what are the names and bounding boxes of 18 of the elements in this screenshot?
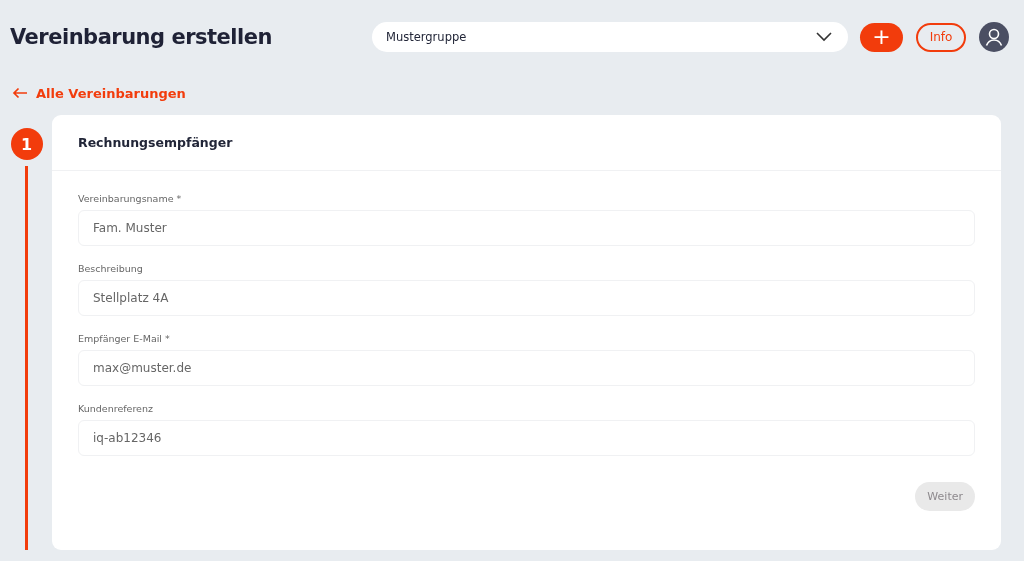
field-label: Beschreibung	[78, 263, 144, 274]
input-field[interactable]: max@muster.de	[78, 350, 975, 386]
group-select[interactable]: Mustergruppe	[372, 22, 848, 52]
add-button[interactable]: +	[860, 22, 903, 52]
arrow-left-icon	[12, 87, 28, 99]
card-title: Rechnungsempfänger	[52, 115, 1001, 171]
input-field[interactable]: iq-ab12346	[78, 420, 975, 456]
page-title: Vereinbarung erstellen	[10, 25, 273, 49]
input-field[interactable]: Fam. Muster	[78, 210, 975, 246]
back-link[interactable]: Alle Vereinbarungen	[12, 78, 186, 108]
chevron-down-icon	[816, 32, 832, 42]
field-label: Empfänger E-Mail *	[78, 333, 171, 344]
step-number: 1	[10, 128, 43, 160]
info-button[interactable]: Info	[916, 22, 966, 52]
input-field[interactable]: Stellplatz 4A	[78, 280, 975, 316]
field-label: Vereinbarungsname *	[78, 193, 183, 204]
field-label: Kundenreferenz	[78, 403, 154, 414]
avatar-icon[interactable]	[979, 22, 1009, 52]
